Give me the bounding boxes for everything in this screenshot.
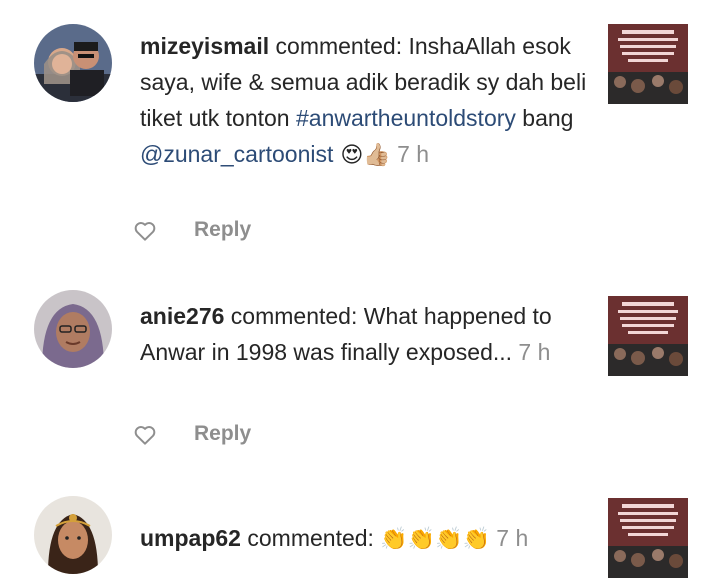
heart-icon[interactable] xyxy=(132,422,158,448)
comment-text: anie276 commented: What happened to Anwa… xyxy=(140,303,552,365)
timestamp: 7 h xyxy=(512,339,551,365)
post-thumbnail[interactable] xyxy=(608,24,688,104)
timestamp: 7 h xyxy=(489,525,529,551)
avatar[interactable] xyxy=(34,496,112,574)
username[interactable]: mizeyismail xyxy=(140,33,269,59)
avatar[interactable] xyxy=(34,290,112,368)
post-thumbnail[interactable] xyxy=(608,296,688,376)
heart-icon[interactable] xyxy=(132,218,158,244)
reply-button[interactable]: Reply xyxy=(194,420,251,448)
avatar[interactable] xyxy=(34,24,112,102)
mention-link[interactable]: @zunar_cartoonist xyxy=(140,141,333,167)
reply-button[interactable]: Reply xyxy=(194,216,251,244)
comment-text: mizeyismail commented: InshaAllah esok s… xyxy=(140,33,587,168)
comment-text: umpap62 commented: 👏👏👏👏 7 h xyxy=(140,525,529,552)
username[interactable]: umpap62 xyxy=(140,525,241,551)
post-thumbnail[interactable] xyxy=(608,498,688,578)
username[interactable]: anie276 xyxy=(140,303,224,329)
timestamp: 7 h xyxy=(390,141,430,167)
hashtag-link[interactable]: #anwartheuntoldstory xyxy=(296,105,516,131)
